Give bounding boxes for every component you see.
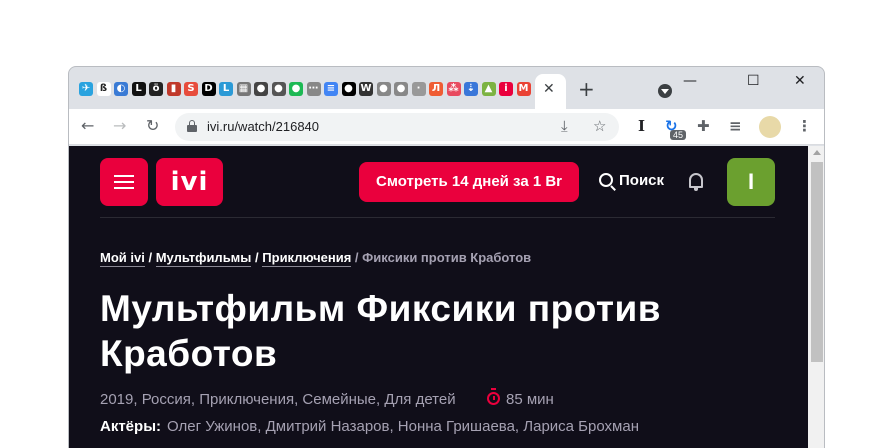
dev-icon[interactable]: D	[201, 82, 216, 96]
docs-icon[interactable]: ≡	[324, 82, 338, 96]
dots-icon[interactable]: ⋯	[306, 82, 321, 96]
minimize-button[interactable]: —	[683, 73, 697, 89]
ivi-icon[interactable]: i	[499, 82, 513, 96]
scrollbar-thumb[interactable]	[811, 162, 823, 362]
actors-label: Актёры:	[100, 418, 161, 435]
notifications-bell-icon[interactable]	[689, 173, 703, 191]
back-button[interactable]: ←	[81, 116, 94, 136]
eszett-icon[interactable]: ß	[96, 82, 111, 96]
letter-o-icon[interactable]: ö	[149, 82, 163, 96]
android-icon[interactable]: ▲	[481, 82, 496, 96]
browser-window: ✈ ß ◐ Lö ▮ S D L ▦ ● ● ● ⋯ ≡ ● W ● ● ∙ Л ⁂ ⇣ ▲ i M ✕ + — ☐ ✕ ← →…	[68, 66, 825, 448]
timer-icon	[487, 388, 500, 405]
hamburger-menu-button[interactable]	[100, 158, 148, 206]
tab-search-icon[interactable]	[658, 84, 672, 98]
extension-badge: 45	[670, 130, 687, 140]
reload-button[interactable]: ↻	[146, 116, 159, 136]
close-window-button[interactable]: ✕	[794, 73, 806, 89]
ivi-logo[interactable]: ivi	[156, 158, 223, 206]
spotify-icon[interactable]: ●	[289, 82, 303, 96]
subscribe-cta-button[interactable]: Смотреть 14 дней за 1 Br	[359, 162, 579, 202]
forward-button[interactable]: →	[113, 116, 126, 136]
breadcrumb-item-cartoons[interactable]: Мультфильмы	[155, 250, 252, 267]
medium-icon[interactable]: ●	[341, 82, 356, 96]
address-bar[interactable]: ivi.ru/watch/216840 ⤓ ☆	[175, 113, 619, 141]
actors-row: Актёры: Олег Ужинов, Дмитрий Назаров, Нон…	[100, 418, 639, 435]
bar-icon[interactable]: ▮	[166, 82, 181, 96]
page-scrollbar[interactable]	[808, 146, 824, 448]
tab-close-icon[interactable]: ✕	[543, 81, 555, 97]
apple2-icon[interactable]: ●	[394, 82, 408, 96]
install-icon[interactable]: ⤓	[561, 117, 568, 135]
gmail-icon[interactable]: M	[516, 82, 531, 96]
lr-icon[interactable]: L	[219, 82, 233, 96]
url-text[interactable]: ivi.ru/watch/216840	[207, 119, 319, 134]
page-title: Мультфильм Фиксики против Кработов	[100, 288, 662, 374]
chrome-menu-icon[interactable]: ⋮	[797, 117, 812, 135]
breadcrumb-current: Фиксики против Кработов	[362, 250, 532, 265]
cluster-icon[interactable]: ⁂	[446, 82, 461, 96]
movie-duration: 85 мин	[487, 388, 554, 408]
globe2-icon[interactable]: ●	[271, 82, 286, 96]
letter-s-icon[interactable]: S	[184, 82, 198, 96]
dots2-icon[interactable]: ∙	[411, 82, 426, 96]
wikipedia-icon[interactable]: W	[359, 82, 373, 96]
profile-avatar[interactable]	[759, 116, 781, 138]
scroll-up-icon[interactable]	[813, 150, 821, 155]
maximize-button[interactable]: ☐	[747, 73, 760, 89]
search-button[interactable]: Поиск	[599, 172, 664, 189]
extension-i-icon[interactable]: I	[638, 117, 645, 135]
extensions-puzzle-icon[interactable]: ✚	[697, 117, 710, 135]
swirl-icon[interactable]: ◐	[114, 82, 128, 96]
breadcrumb: Мой ivi / Мультфильмы / Приключения / Фи…	[100, 250, 532, 267]
search-label: Поиск	[619, 172, 665, 189]
profile-button[interactable]: I	[727, 158, 775, 206]
movie-meta: 2019, Россия, Приключения, Семейные, Для…	[100, 391, 456, 408]
breadcrumb-separator: /	[148, 250, 153, 265]
active-tab[interactable]: ✕	[535, 74, 566, 109]
grid-icon[interactable]: ▦	[236, 82, 251, 96]
browser-toolbar: ← → ↻ ivi.ru/watch/216840 ⤓ ☆ I ↻ 45 ✚ ≡…	[69, 109, 824, 145]
search-icon	[599, 173, 613, 187]
breadcrumb-separator: /	[255, 250, 259, 265]
breadcrumb-item-adventures[interactable]: Приключения	[262, 250, 352, 267]
apple-icon[interactable]: ●	[376, 82, 391, 96]
download-icon[interactable]: ⇣	[464, 82, 478, 96]
breadcrumb-item-home[interactable]: Мой ivi	[100, 250, 145, 267]
logo-text: ivi	[170, 167, 209, 197]
ivi-page: ivi Смотреть 14 дней за 1 Br Поиск I Мой…	[69, 146, 808, 448]
media-control-icon[interactable]: ≡	[729, 117, 742, 135]
tab-strip: ✈ ß ◐ Lö ▮ S D L ▦ ● ● ● ⋯ ≡ ● W ● ● ∙ Л ⁂ ⇣ ▲ i M ✕ + — ☐ ✕	[69, 67, 824, 109]
duration-value: 85 мин	[506, 391, 554, 408]
header-divider	[100, 217, 775, 218]
globe-icon[interactable]: ●	[254, 82, 268, 96]
lock-icon[interactable]	[187, 120, 197, 132]
breadcrumb-separator: /	[354, 250, 359, 265]
bookmark-star-icon[interactable]: ☆	[593, 117, 606, 135]
new-tab-button[interactable]: +	[578, 79, 595, 99]
telegram-icon[interactable]: ✈	[79, 82, 93, 96]
actors-list[interactable]: Олег Ужинов, Дмитрий Назаров, Нонна Гриш…	[167, 418, 639, 435]
letter-l-icon[interactable]: L	[131, 82, 146, 96]
letter-l2-icon[interactable]: Л	[429, 82, 443, 96]
